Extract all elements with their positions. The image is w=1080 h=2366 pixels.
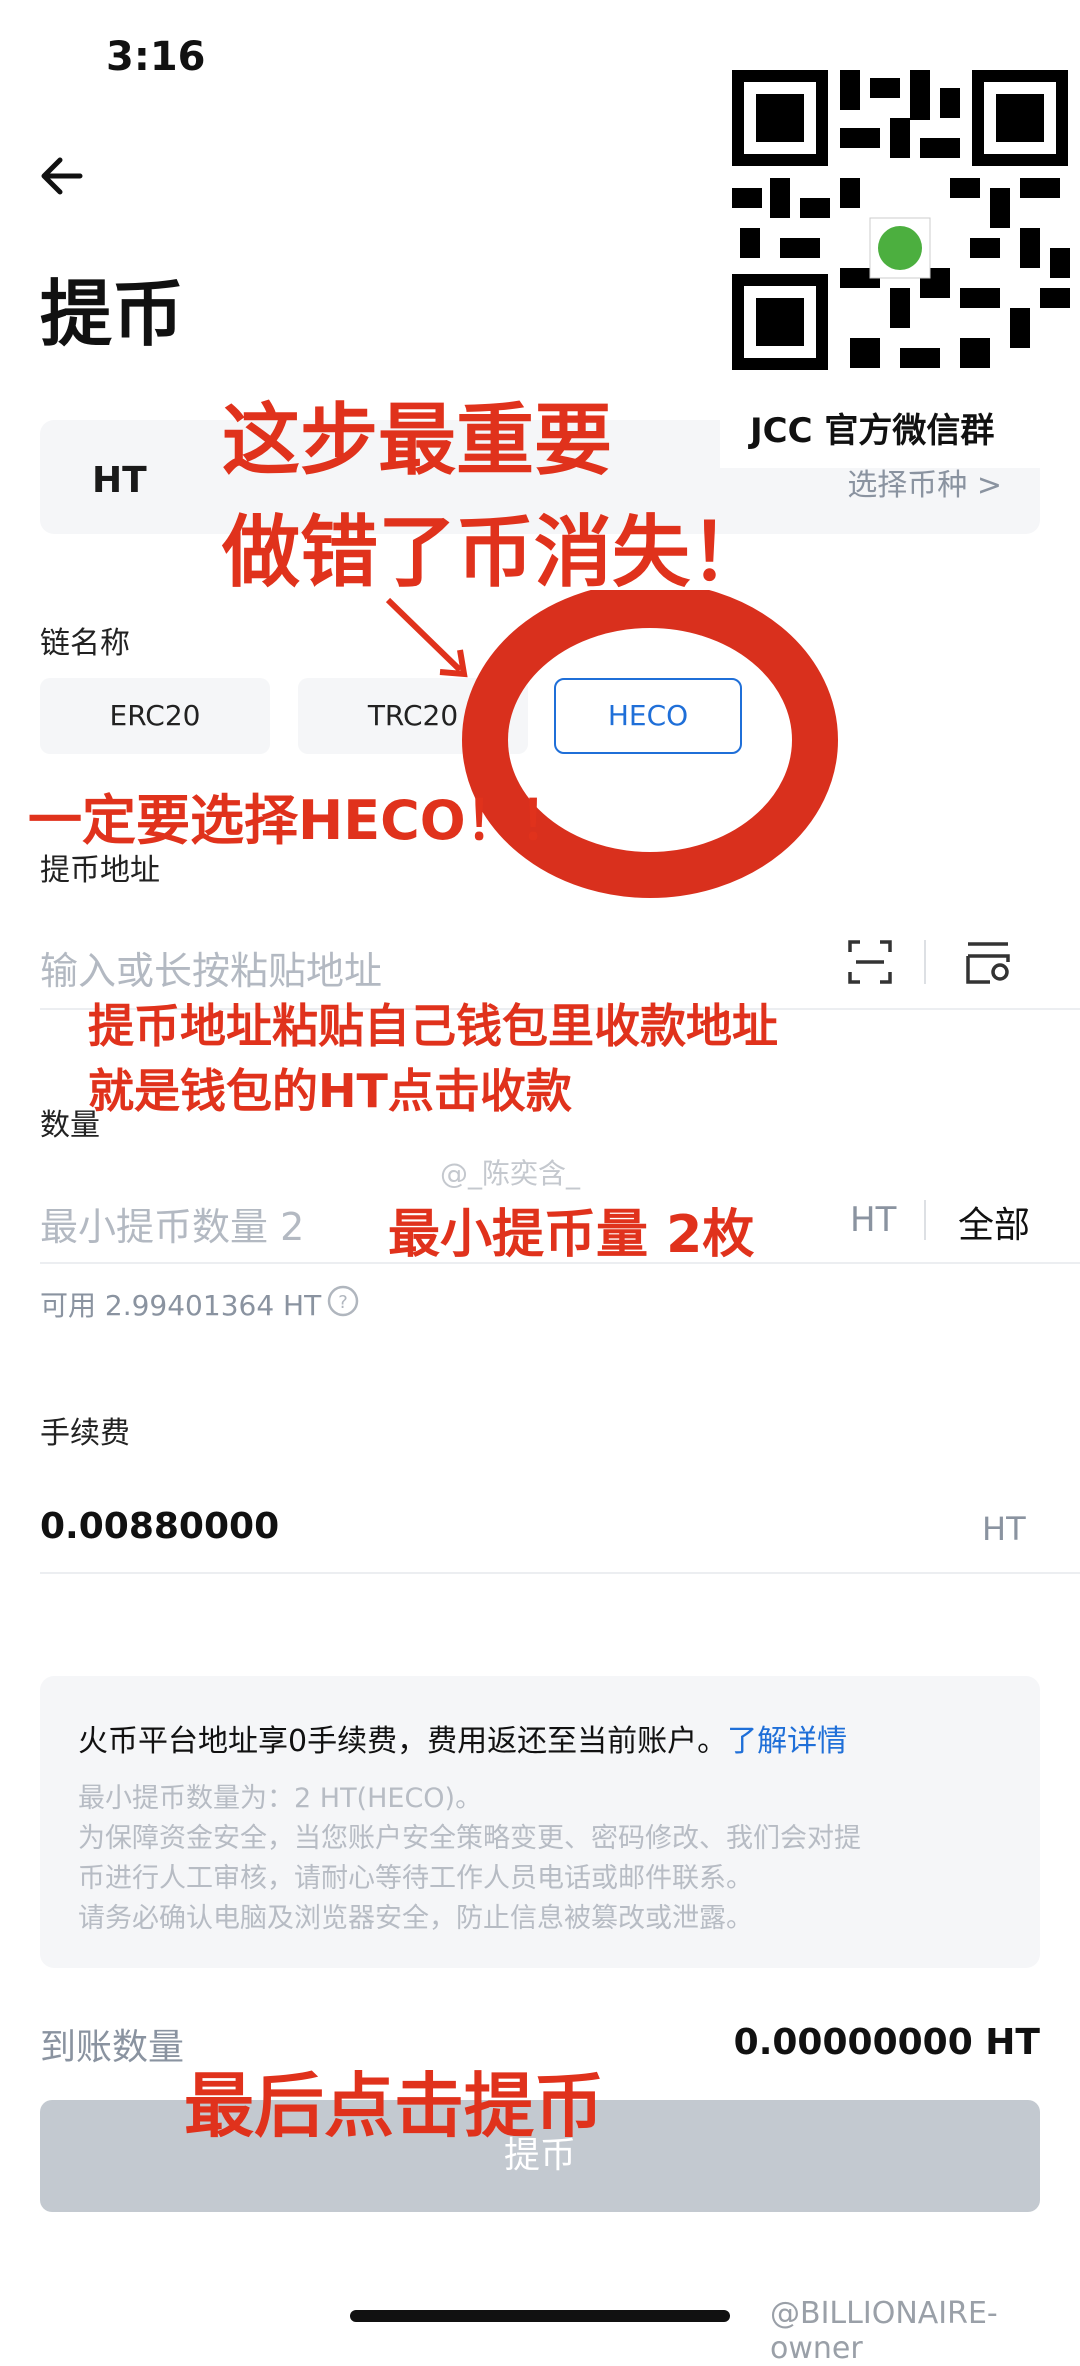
amount-unit: HT <box>850 1200 897 1240</box>
receive-value: 0.00000000 HT <box>733 2022 1040 2063</box>
notice-line-1: 火币平台地址享0手续费，费用返还至当前账户。了解详情 <box>78 1716 847 1760</box>
coin-name: HT <box>92 460 147 501</box>
qr-caption: JCC 官方微信群 <box>750 411 995 451</box>
annotation-address-hint: 提币地址粘贴自己钱包里收款地址 <box>88 999 778 1053</box>
watermark-bottom: @BILLIONAIRE-owner <box>770 2296 998 2366</box>
qr-code-icon <box>730 68 1070 378</box>
annotation-circle-arrow <box>385 590 838 898</box>
address-book-icon[interactable] <box>964 938 1012 986</box>
learn-more-link[interactable]: 了解详情 <box>727 1724 847 1759</box>
status-time: 3:16 <box>106 34 206 80</box>
scan-icon[interactable] <box>846 938 894 986</box>
back-arrow-icon[interactable] <box>36 148 92 204</box>
chain-label: 链名称 <box>40 626 130 661</box>
annotation-min-amount: 最小提币量 2枚 <box>388 1205 755 1265</box>
watermark-top: @_陈奕含_ <box>440 1157 581 1190</box>
annotation-final-step: 最后点击提币 <box>184 2065 604 2147</box>
notice-line-3: 为保障资金安全，当您账户安全策略变更、密码修改、我们会对提 <box>78 1823 861 1854</box>
amount-label: 数量 <box>40 1108 100 1143</box>
notice-line-5: 请务必确认电脑及浏览器安全，防止信息被篡改或泄露。 <box>78 1903 753 1934</box>
input-divider <box>924 940 926 984</box>
chain-option-erc20[interactable]: ERC20 <box>40 678 270 754</box>
available-balance: 可用 2.99401364 HT <box>40 1289 322 1322</box>
notice-box: 火币平台地址享0手续费，费用返还至当前账户。了解详情 最小提币数量为：2 HT(… <box>40 1676 1040 1968</box>
address-label: 提币地址 <box>40 853 160 888</box>
receive-label: 到账数量 <box>40 2027 185 2068</box>
address-input[interactable]: 输入或长按粘贴地址 <box>40 940 382 995</box>
notice-line-2: 最小提币数量为：2 HT(HECO)。 <box>78 1783 483 1814</box>
qr-code-overlay: JCC 官方微信群 <box>720 68 1080 468</box>
fee-value: 0.00880000 <box>40 1506 280 1547</box>
help-icon[interactable]: ? <box>326 1284 360 1318</box>
amount-divider <box>924 1200 926 1240</box>
all-button[interactable]: 全部 <box>958 1196 1030 1248</box>
notice-fee-text: 火币平台地址享0手续费，费用返还至当前账户。 <box>78 1724 728 1759</box>
notice-line-4: 币进行人工审核，请耐心等待工作人员电话或邮件联系。 <box>78 1863 753 1894</box>
annotation-warning: 做错了币消失！ <box>222 508 769 598</box>
home-indicator <box>350 2310 730 2322</box>
amount-input[interactable]: 最小提币数量 2 <box>40 1196 304 1251</box>
fee-underline <box>40 1572 1080 1574</box>
annotation-select-heco: 一定要选择HECO！！ <box>28 789 574 852</box>
annotation-important: 这步最重要 <box>222 396 613 486</box>
annotation-wallet-hint: 就是钱包的HT点击收款 <box>88 1064 572 1118</box>
page-title: 提币 <box>40 272 185 356</box>
fee-label: 手续费 <box>40 1416 130 1451</box>
svg-text:?: ? <box>338 1292 348 1313</box>
fee-unit: HT <box>982 1510 1026 1548</box>
amount-underline <box>40 1262 1080 1264</box>
